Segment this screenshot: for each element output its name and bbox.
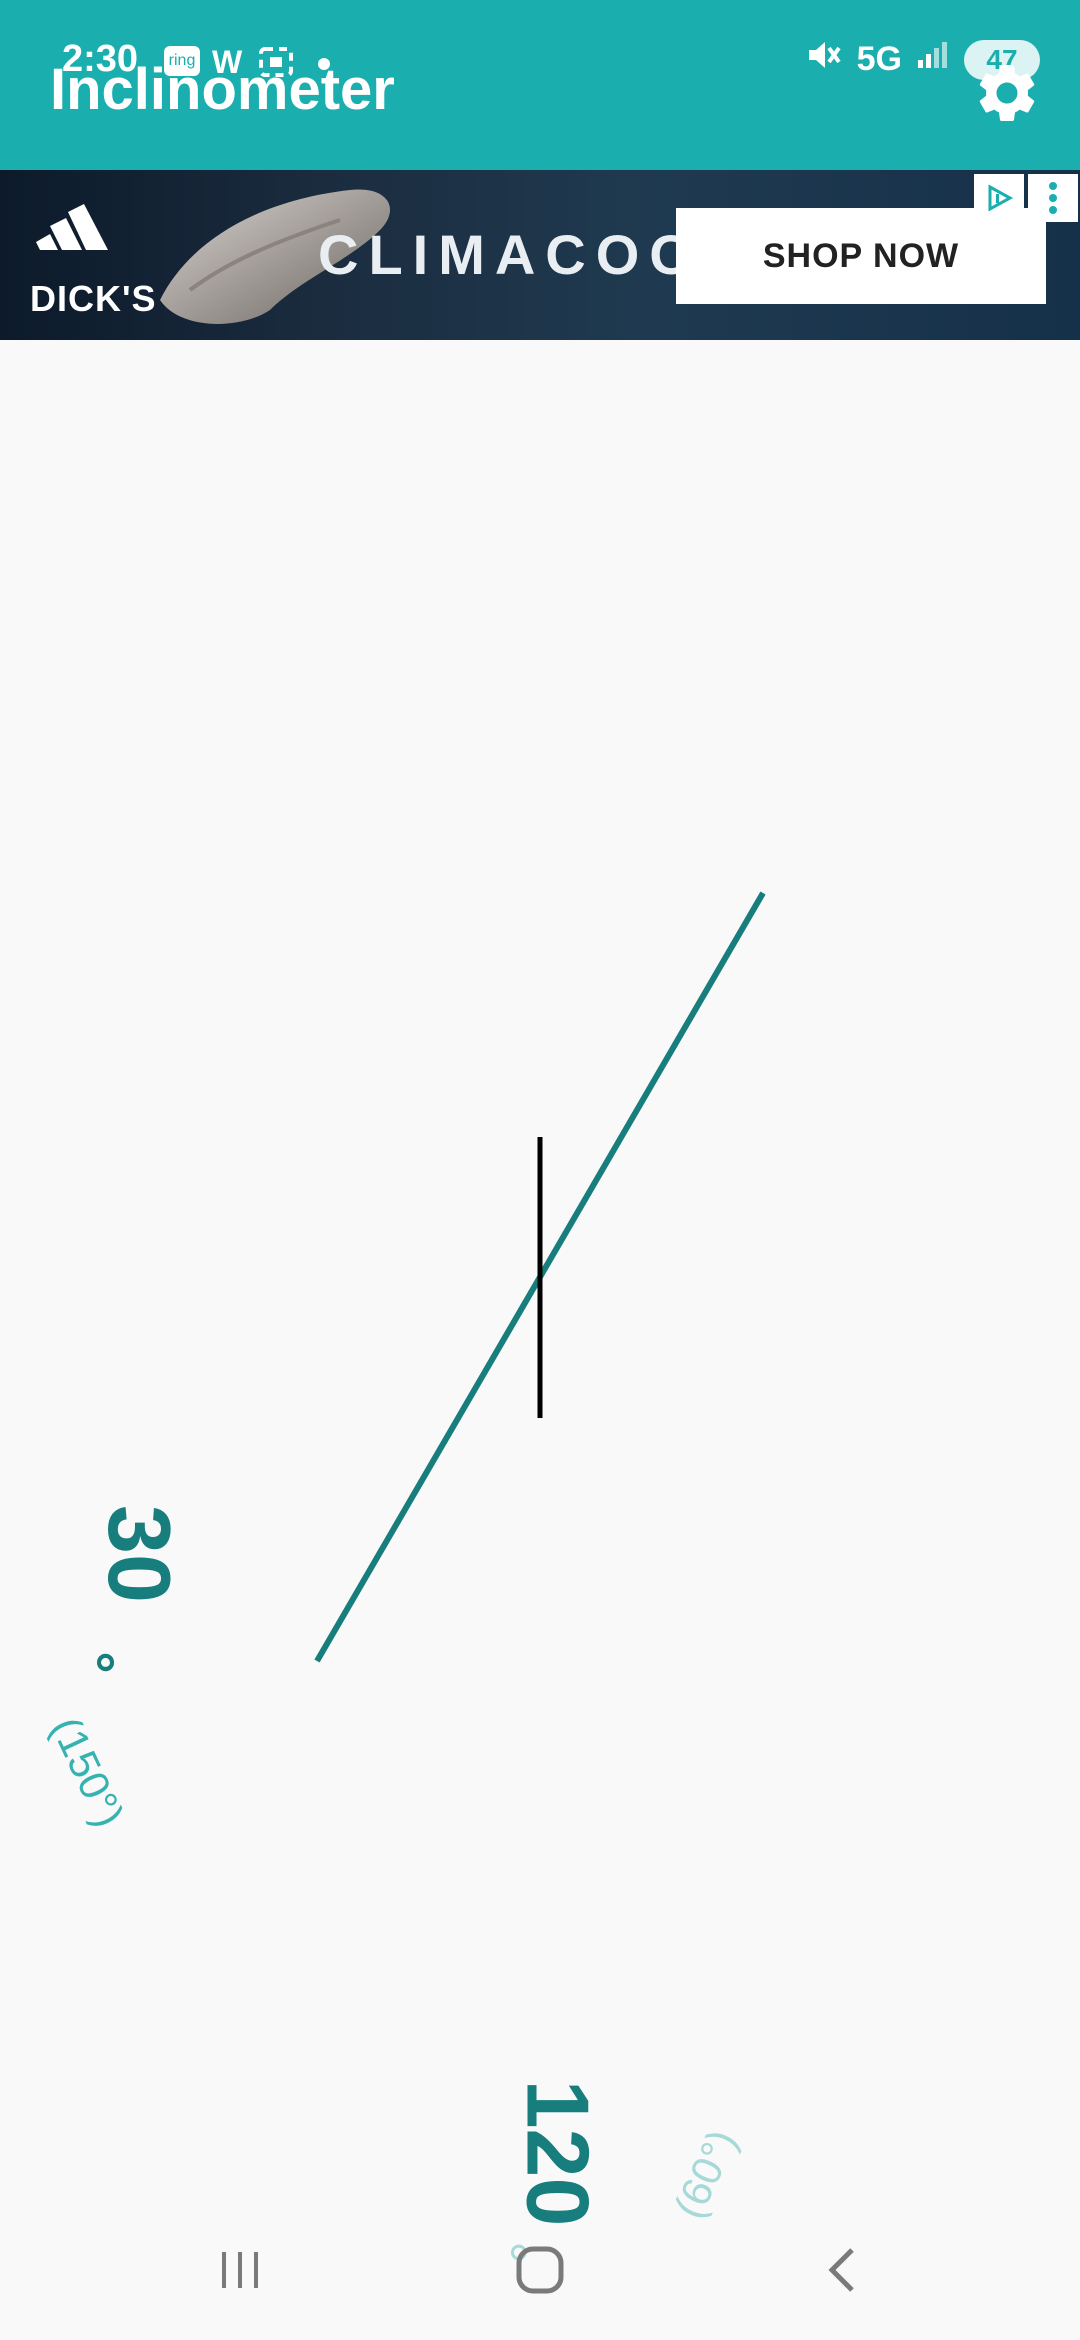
- ad-banner[interactable]: DICK'S CLIMACOOL SHOP NOW: [0, 170, 1080, 340]
- home-icon: [516, 2246, 564, 2294]
- mute-icon: [807, 38, 843, 81]
- navigation-bar: [0, 2200, 1080, 2340]
- gear-icon: [979, 64, 1035, 121]
- back-icon: [828, 2248, 854, 2292]
- shop-now-button[interactable]: SHOP NOW: [676, 208, 1046, 304]
- network-type: 5G: [856, 40, 902, 78]
- home-button[interactable]: [480, 2220, 600, 2320]
- recent-apps-icon: [222, 2252, 258, 2288]
- app-title: Inclinometer: [50, 57, 395, 122]
- ad-controls: [974, 174, 1078, 222]
- inclinometer-gauge: 30 ° (150°) 120 ° (60°): [0, 340, 1080, 2264]
- back-button[interactable]: [784, 2220, 904, 2320]
- settings-button[interactable]: [972, 58, 1042, 128]
- signal-icon: [916, 40, 950, 79]
- recent-apps-button[interactable]: [180, 2220, 300, 2320]
- angle-primary-value: 30: [89, 1505, 189, 1603]
- adidas-logo: [36, 204, 108, 250]
- gauge-lines: [314, 891, 766, 1663]
- app-bar: 2:30 ring W 5G 47 Inclinometer: [0, 0, 1080, 170]
- ad-brand: DICK'S: [30, 278, 157, 319]
- ad-choices-icon[interactable]: [974, 174, 1024, 222]
- ad-more-icon[interactable]: [1028, 174, 1078, 222]
- angle-primary-degree: °: [63, 1651, 127, 1674]
